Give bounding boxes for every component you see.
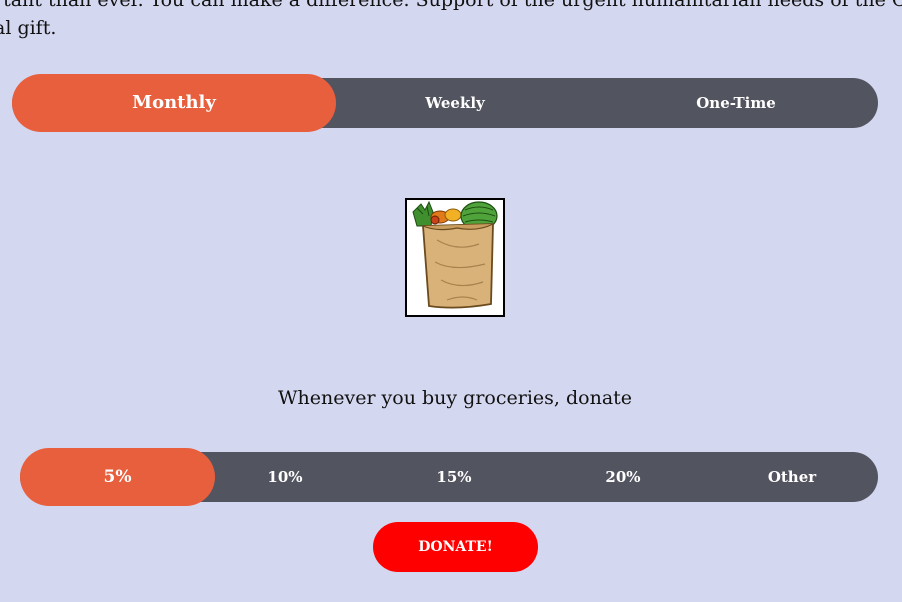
grocery-bag-icon (412, 200, 498, 309)
percentage-option-other[interactable]: Other (723, 452, 861, 502)
frequency-option-one-time[interactable]: One-Time (624, 78, 848, 128)
grocery-bag-image (405, 198, 505, 317)
percentage-option-5[interactable]: 5% (20, 448, 215, 506)
percentage-option-20[interactable]: 20% (554, 452, 692, 502)
intro-line-2: al gift. (0, 17, 57, 39)
intro-text: rtant than ever. You can make a differen… (0, 0, 902, 42)
intro-line-1: rtant than ever. You can make a differen… (0, 0, 902, 11)
frequency-option-weekly[interactable]: Weekly (350, 78, 560, 128)
frequency-option-monthly[interactable]: Monthly (12, 74, 336, 132)
percentage-option-15[interactable]: 15% (385, 452, 523, 502)
grocery-donation-prompt: Whenever you buy groceries, donate (277, 387, 633, 409)
percentage-option-10[interactable]: 10% (216, 452, 354, 502)
donate-button[interactable]: DONATE! (373, 522, 538, 572)
